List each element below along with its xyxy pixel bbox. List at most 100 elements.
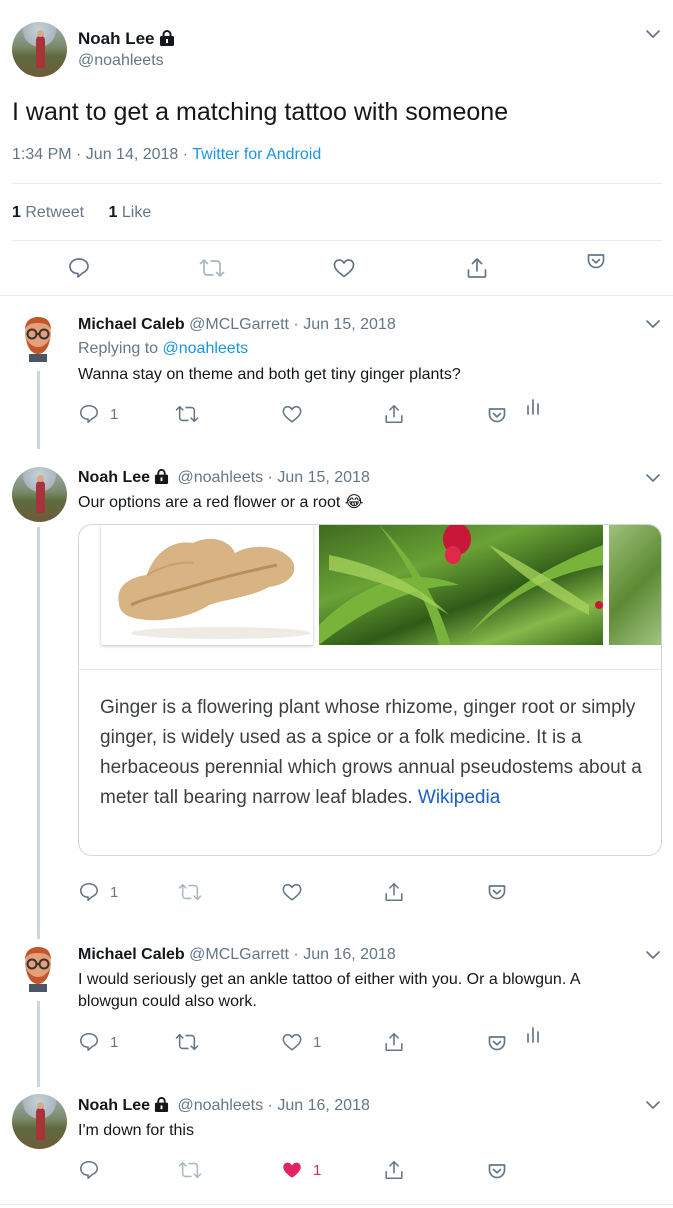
retweet-button[interactable]	[178, 1159, 202, 1181]
share-button[interactable]	[383, 1031, 405, 1053]
reply-icon	[79, 1032, 99, 1052]
divider	[12, 183, 662, 184]
share-icon	[385, 404, 403, 424]
reply-text: I would seriously get an ankle tattoo of…	[78, 971, 580, 1010]
tweet-timestamp[interactable]: 1:34 PM · Jun 14, 2018 ·	[12, 146, 192, 163]
heart-icon	[282, 883, 302, 901]
author-meta[interactable]: @MCLGarrett · Jun 16, 2018	[189, 946, 396, 963]
share-button[interactable]	[383, 1159, 405, 1181]
analytics-icon	[527, 399, 539, 415]
lock-icon	[154, 469, 169, 484]
retweet-button[interactable]	[175, 403, 199, 425]
reply-header: Michael Caleb @MCLGarrett · Jun 15, 2018	[78, 316, 396, 334]
author-handle[interactable]: @noahleets	[78, 52, 164, 70]
reply-icon	[69, 258, 89, 278]
reply-button[interactable]: 1	[78, 881, 118, 903]
reply-icon	[79, 1160, 99, 1180]
pocket-icon	[488, 408, 506, 423]
share-button[interactable]	[383, 881, 405, 903]
author-name[interactable]: Noah Lee	[78, 29, 155, 48]
reply-button[interactable]: 1	[78, 403, 118, 425]
lock-icon	[154, 1097, 169, 1112]
retweet-icon	[178, 1161, 202, 1179]
reply-text: I'm down for this	[78, 1122, 194, 1139]
ginger-plant-image	[319, 525, 603, 645]
pocket-button[interactable]	[487, 1033, 507, 1053]
pocket-icon	[587, 254, 605, 269]
reply-header: Michael Caleb @MCLGarrett · Jun 16, 2018	[78, 946, 396, 964]
plant-image	[609, 525, 661, 645]
avatar[interactable]	[18, 944, 58, 992]
like-button[interactable]	[281, 403, 303, 425]
reply-button[interactable]	[78, 1159, 100, 1181]
chevron-down-icon[interactable]	[645, 949, 661, 961]
pocket-button[interactable]	[487, 1161, 507, 1181]
retweet-icon	[175, 405, 199, 423]
analytics-icon	[527, 1027, 539, 1043]
like-button[interactable]: 1	[281, 1159, 321, 1181]
avatar[interactable]	[12, 22, 67, 77]
share-icon	[385, 1032, 403, 1052]
retweet-icon	[178, 883, 202, 901]
avatar[interactable]	[18, 314, 58, 362]
thread-line	[37, 1001, 40, 1087]
reply-button[interactable]	[67, 256, 91, 280]
heart-filled-icon	[283, 1162, 301, 1178]
tweet-text: I want to get a matching tattoo with som…	[12, 98, 509, 126]
divider	[12, 240, 662, 241]
share-icon	[385, 882, 403, 902]
pocket-icon	[488, 1036, 506, 1051]
author-name[interactable]: Noah Lee	[78, 1097, 150, 1114]
reply-count: 1	[110, 1033, 119, 1051]
reply-button[interactable]: 1	[78, 1031, 118, 1053]
share-button[interactable]	[465, 256, 489, 280]
heart-icon	[282, 405, 302, 423]
ginger-root-image	[101, 525, 313, 645]
reply-count: 1	[110, 883, 119, 901]
author-name-row: Noah Lee	[78, 29, 175, 49]
like-count: 1	[313, 1033, 322, 1051]
retweet-stat[interactable]: 1 Retweet	[12, 204, 84, 221]
share-icon	[385, 1160, 403, 1180]
replying-to-link[interactable]: @noahleets	[163, 340, 249, 357]
like-button[interactable]	[281, 881, 303, 903]
retweet-button[interactable]	[175, 1031, 199, 1053]
reply-icon	[79, 882, 99, 902]
avatar[interactable]	[12, 1094, 67, 1149]
chevron-down-icon[interactable]	[645, 28, 661, 40]
reply-header: Noah Lee @noahleets · Jun 16, 2018	[78, 1097, 370, 1115]
chevron-down-icon[interactable]	[645, 1099, 661, 1111]
divider	[0, 1204, 673, 1205]
share-icon	[467, 258, 487, 278]
analytics-button[interactable]	[525, 1026, 541, 1044]
card-description: Ginger is a flowering plant whose rhizom…	[100, 697, 642, 808]
heart-icon	[282, 1033, 302, 1051]
author-meta[interactable]: @noahleets · Jun 15, 2018	[177, 469, 369, 486]
like-stat[interactable]: 1 Like	[109, 204, 152, 221]
avatar[interactable]	[12, 467, 67, 522]
chevron-down-icon[interactable]	[645, 318, 661, 330]
like-button[interactable]: 1	[281, 1031, 321, 1053]
retweet-button[interactable]	[199, 256, 225, 280]
author-name[interactable]: Michael Caleb	[78, 316, 185, 333]
author-name[interactable]: Noah Lee	[78, 469, 150, 486]
heart-icon	[333, 259, 355, 278]
pocket-button[interactable]	[487, 882, 507, 902]
chevron-down-icon[interactable]	[645, 472, 661, 484]
like-button[interactable]	[332, 256, 356, 280]
wikipedia-link[interactable]: Wikipedia	[418, 787, 500, 808]
author-meta[interactable]: @noahleets · Jun 16, 2018	[177, 1097, 369, 1114]
author-meta[interactable]: @MCLGarrett · Jun 15, 2018	[189, 316, 396, 333]
tweet-source[interactable]: Twitter for Android	[192, 146, 321, 163]
reply-text: Our options are a red flower or a root 😂	[78, 494, 364, 511]
pocket-button[interactable]	[586, 251, 606, 271]
share-button[interactable]	[383, 403, 405, 425]
author-name[interactable]: Michael Caleb	[78, 946, 185, 963]
analytics-button[interactable]	[525, 398, 541, 416]
tweet-timestamp-row: 1:34 PM · Jun 14, 2018 · Twitter for And…	[12, 146, 321, 164]
pocket-icon	[488, 1164, 506, 1179]
pocket-button[interactable]	[487, 405, 507, 425]
retweet-button[interactable]	[178, 881, 202, 903]
reply-icon	[79, 404, 99, 424]
link-card[interactable]: Ginger is a flowering plant whose rhizom…	[78, 524, 662, 856]
